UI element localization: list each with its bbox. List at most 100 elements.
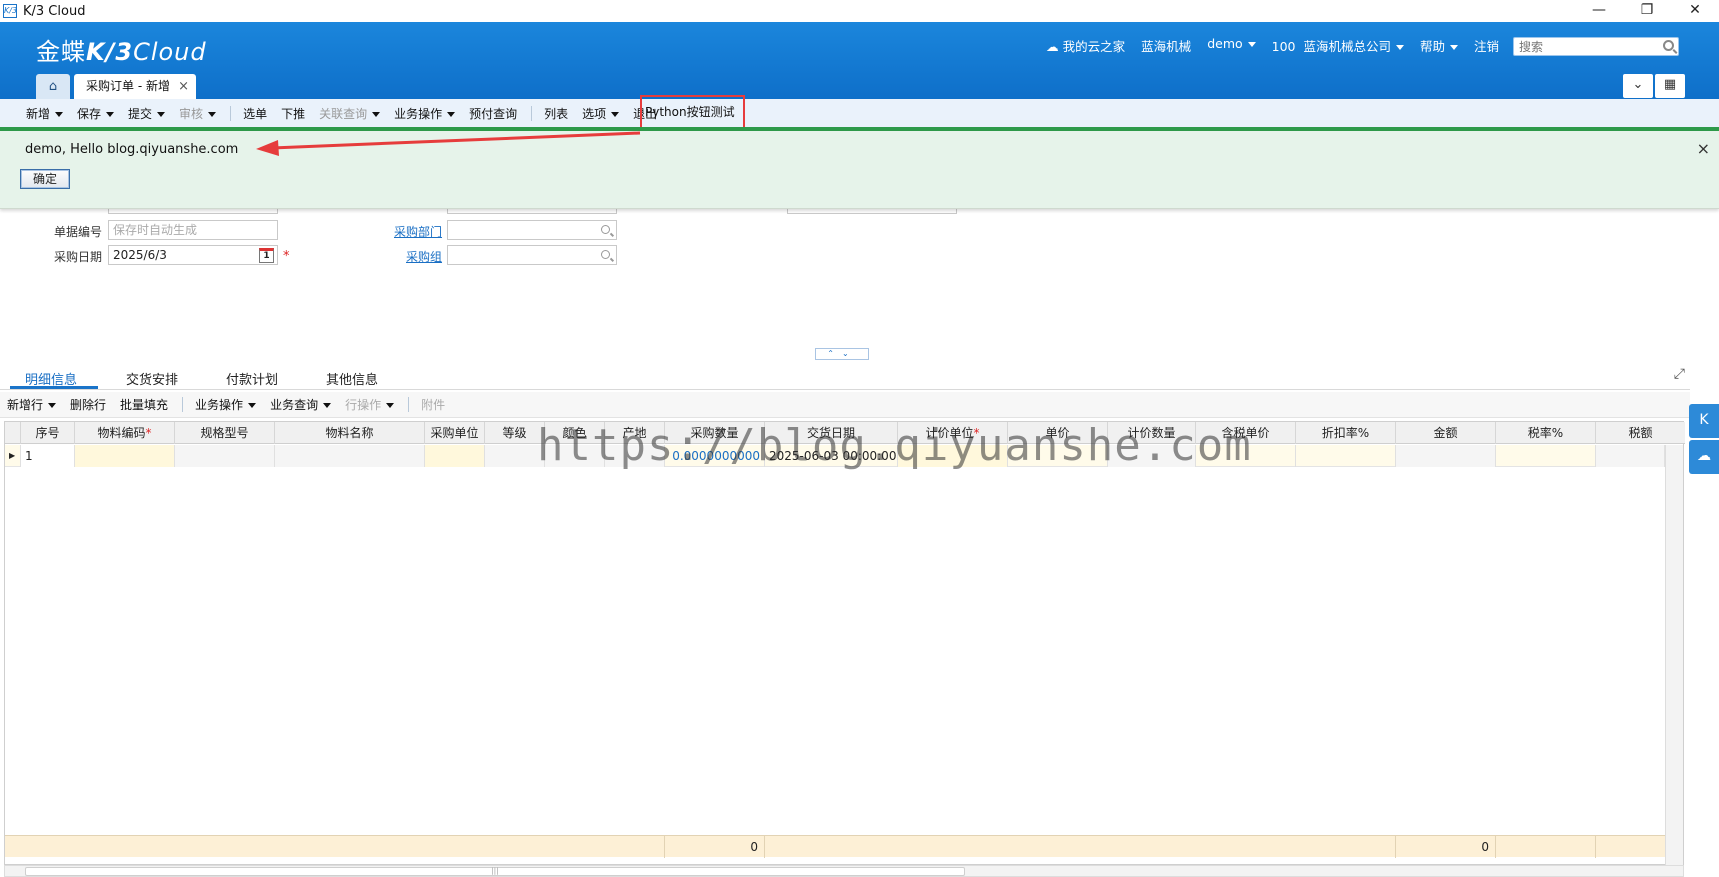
row-ops-button[interactable]: 行操作 xyxy=(345,396,395,413)
column-header[interactable]: 采购单位 xyxy=(425,422,485,444)
column-header[interactable]: 含税单价 xyxy=(1196,422,1296,444)
column-header[interactable]: 计价单位* xyxy=(898,422,1008,444)
scrollbar-thumb[interactable]: ||| xyxy=(25,867,965,876)
batch-fill-button[interactable]: 批量填充 xyxy=(120,396,168,413)
ok-button[interactable]: 确定 xyxy=(20,169,70,189)
column-header[interactable]: 产地 xyxy=(605,422,665,444)
discount-cell[interactable] xyxy=(1296,445,1396,467)
push-down-button[interactable]: 下推 xyxy=(281,105,305,122)
minimize-icon[interactable]: — xyxy=(1576,0,1622,22)
column-header[interactable]: 单价 xyxy=(1008,422,1108,444)
assistant-icon: K xyxy=(1699,412,1709,428)
column-header[interactable]: 物料名称 xyxy=(275,422,425,444)
calendar-icon[interactable]: 1 xyxy=(259,248,274,263)
kingdee-assistant-button[interactable]: K xyxy=(1689,404,1719,438)
prepay-query-button[interactable]: 预付查询 xyxy=(469,105,517,122)
attachment-button[interactable]: 附件 xyxy=(421,396,445,413)
purchase-unit-cell[interactable] xyxy=(425,445,485,467)
close-window-icon[interactable]: ✕ xyxy=(1672,0,1718,22)
grid-view-button[interactable]: ▦ xyxy=(1655,74,1685,98)
close-tab-icon[interactable]: × xyxy=(178,74,189,99)
purchase-date-label: 采购日期 xyxy=(54,250,103,264)
save-button[interactable]: 保存 xyxy=(77,105,115,122)
business-query-button[interactable]: 业务查询 xyxy=(270,396,332,413)
column-header[interactable]: 规格型号 xyxy=(175,422,275,444)
column-header[interactable]: 折扣率% xyxy=(1296,422,1396,444)
chevron-down-icon xyxy=(372,111,381,117)
options-label: 选项 xyxy=(582,106,607,121)
options-button[interactable]: 选项 xyxy=(582,105,620,122)
grid-footer: 0 0 xyxy=(5,835,1665,858)
tab-purchase-order[interactable]: 采购订单 - 新增 × xyxy=(74,74,196,99)
logout-link[interactable]: 注销 xyxy=(1474,36,1499,55)
tab-payment-plan[interactable]: 付款计划 xyxy=(226,369,278,388)
tab-delivery-schedule[interactable]: 交货安排 xyxy=(126,369,178,388)
lookup-icon[interactable] xyxy=(601,225,610,234)
column-header[interactable]: 物料编码* xyxy=(75,422,175,444)
user-label: demo xyxy=(1207,36,1243,51)
home-tab[interactable]: ⌂ xyxy=(36,74,70,99)
detail-grid: 序号 物料编码* 规格型号 物料名称 采购单位 等级 颜色 产地 采购数量 交货… xyxy=(4,421,1685,865)
quantity-cell[interactable]: 0.0000000000 xyxy=(665,445,765,467)
list-button[interactable]: 列表 xyxy=(544,105,568,122)
column-header[interactable]: 金额 xyxy=(1396,422,1496,444)
tax-price-cell[interactable] xyxy=(1196,445,1296,467)
submit-button[interactable]: 提交 xyxy=(128,105,166,122)
restore-icon[interactable]: ❐ xyxy=(1624,0,1670,22)
purchase-date-field[interactable]: 2025/6/3 1 xyxy=(108,245,278,265)
audit-button[interactable]: 审核 xyxy=(179,105,217,122)
grade-cell xyxy=(485,445,545,467)
search-input[interactable] xyxy=(1519,38,1659,55)
window-title: K/3 Cloud xyxy=(23,3,86,19)
expand-icon[interactable]: ⤢ xyxy=(1674,366,1685,382)
column-header[interactable]: 交货日期 xyxy=(765,422,898,444)
bill-no-field[interactable]: 保存时自动生成 xyxy=(108,220,278,240)
column-header[interactable]: 采购数量 xyxy=(665,422,765,444)
python-test-button[interactable]: Python按钮测试 xyxy=(640,95,745,130)
kingdee-logo: 金蝶K/3Cloud xyxy=(36,32,207,67)
user-menu[interactable]: demo xyxy=(1207,36,1256,55)
material-code-cell[interactable] xyxy=(75,445,175,467)
help-menu[interactable]: 帮助 xyxy=(1420,36,1458,55)
collapse-header-toggle[interactable]: ⌃⌄ xyxy=(815,348,869,360)
cloud-sync-button[interactable]: ☁ xyxy=(1689,440,1719,474)
unit-price-cell[interactable] xyxy=(1008,445,1108,467)
search-icon[interactable] xyxy=(1663,40,1674,51)
purchase-group-field[interactable] xyxy=(447,245,617,265)
logo-text: 金蝶 xyxy=(36,38,86,66)
new-button[interactable]: 新增 xyxy=(26,105,64,122)
lookup-icon[interactable] xyxy=(601,250,610,259)
tab-other-info[interactable]: 其他信息 xyxy=(326,369,378,388)
amount-total: 0 xyxy=(1396,836,1496,858)
add-row-label: 新增行 xyxy=(7,398,44,412)
purchase-dept-field[interactable] xyxy=(447,220,617,240)
column-header[interactable]: 等级 xyxy=(485,422,545,444)
purchase-group-link[interactable]: 采购组 xyxy=(406,248,442,265)
column-header[interactable]: 序号 xyxy=(21,422,75,444)
org-link[interactable]: 蓝海机械 xyxy=(1141,36,1191,55)
delivery-date-cell[interactable]: 2025-06-03 00:00:00 xyxy=(765,445,898,467)
company-menu[interactable]: 100 蓝海机械总公司 xyxy=(1272,36,1404,55)
column-header[interactable]: 颜色 xyxy=(545,422,605,444)
tax-rate-cell[interactable] xyxy=(1496,445,1596,467)
horizontal-scrollbar[interactable]: ||| xyxy=(4,865,1684,877)
my-cloud-link[interactable]: ☁ 我的云之家 xyxy=(1046,36,1125,55)
vertical-scrollbar[interactable] xyxy=(1665,445,1683,865)
grid-business-ops-button[interactable]: 业务操作 xyxy=(195,396,257,413)
business-ops-button[interactable]: 业务操作 xyxy=(394,105,456,122)
related-query-button[interactable]: 关联查询 xyxy=(319,105,381,122)
purchase-dept-link[interactable]: 采购部门 xyxy=(394,223,442,240)
column-header[interactable]: 税额 xyxy=(1596,422,1685,444)
collapse-menu-button[interactable]: ⌄ xyxy=(1623,74,1653,98)
add-row-button[interactable]: 新增行 xyxy=(7,396,57,413)
close-message-icon[interactable]: × xyxy=(1697,139,1710,158)
select-bill-button[interactable]: 选单 xyxy=(243,105,267,122)
table-row[interactable]: ▶ 1 0.0000000000 2025-06-03 00:00:00 xyxy=(5,445,1665,467)
column-header[interactable]: 计价数量 xyxy=(1108,422,1196,444)
company-label: 蓝海机械总公司 xyxy=(1303,39,1391,54)
pricing-unit-cell[interactable] xyxy=(898,445,1008,467)
top-nav: ☁ 我的云之家 蓝海机械 demo 100 蓝海机械总公司 帮助 注销 xyxy=(1046,36,1499,55)
column-header[interactable]: 税率% xyxy=(1496,422,1596,444)
delete-row-button[interactable]: 删除行 xyxy=(70,396,106,413)
app-icon: K/3 xyxy=(3,4,17,18)
